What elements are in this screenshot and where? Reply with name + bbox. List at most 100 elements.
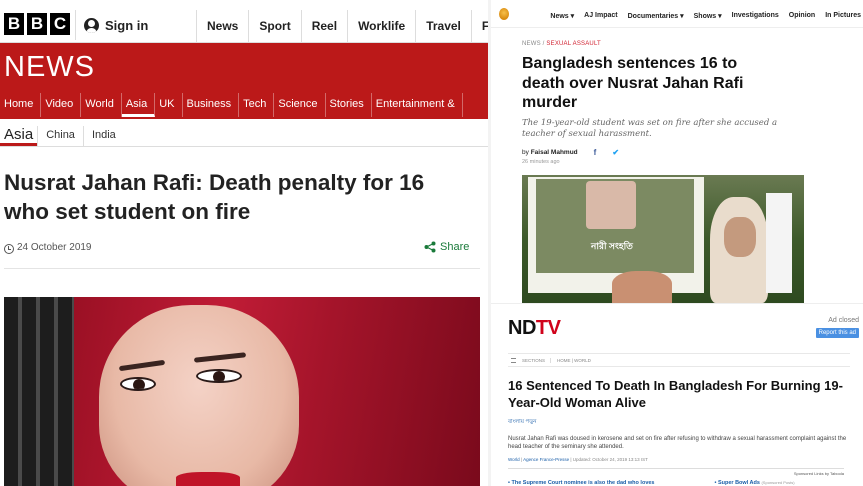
aj-standfirst: The 19-year-old student was set on fire … bbox=[522, 118, 778, 139]
ndtv-summary: Nusrat Jahan Rafi was doused in kerosene… bbox=[508, 436, 847, 450]
bbc-logo-letter: B bbox=[27, 13, 47, 35]
ndtv-logo-tv: TV bbox=[535, 317, 561, 339]
aj-byline-text: by Faisal Mahmud bbox=[522, 149, 578, 156]
breadcrumb[interactable]: HOME | WORLD bbox=[557, 358, 591, 363]
ndtv-logo-nd: ND bbox=[508, 317, 536, 339]
top-nav-news[interactable]: News bbox=[196, 10, 248, 43]
share-icon bbox=[424, 241, 436, 253]
aj-nav-aj-impact[interactable]: AJ Impact bbox=[584, 12, 617, 20]
aj-nav-bar: News ▾ AJ Impact Documentaries ▾ Shows ▾… bbox=[491, 0, 863, 28]
article-photo bbox=[4, 297, 480, 486]
news-wordmark[interactable]: NEWS bbox=[4, 51, 95, 84]
facebook-icon[interactable]: f bbox=[594, 148, 597, 157]
protest-sign-text: নারী সংহতি bbox=[591, 241, 633, 251]
ndtv-logo[interactable]: NDTV bbox=[508, 317, 561, 340]
aj-timestamp: 26 minutes ago bbox=[522, 159, 560, 165]
sponsored-label: Sponsored Links by Taboola bbox=[793, 471, 844, 476]
sponsored-link[interactable]: • Super Bowl Ads (Sponsored Posts) bbox=[715, 480, 795, 486]
divider bbox=[4, 268, 480, 269]
dateline-source[interactable]: Agence France-Presse bbox=[523, 457, 569, 462]
bbc-news-banner: NEWS Home Video World Asia UK Business T… bbox=[0, 43, 488, 119]
top-nav-travel[interactable]: Travel bbox=[415, 10, 471, 43]
photo-face bbox=[99, 305, 299, 486]
menu-icon[interactable] bbox=[511, 357, 516, 363]
sponsored-link-text: Super Bowl Ads bbox=[717, 480, 760, 486]
ndtv-headline: 16 Sentenced To Death In Bangladesh For … bbox=[508, 378, 843, 410]
screenshot-collage: B B C Sign in News Sport Reel Worklife T… bbox=[0, 0, 863, 486]
bbc-logo-letter: B bbox=[4, 13, 24, 35]
sub-nav-asia[interactable]: Asia bbox=[0, 126, 38, 146]
top-nav-future[interactable]: Future bbox=[470, 10, 488, 43]
twitter-icon[interactable]: ✔ bbox=[612, 148, 619, 157]
section-nav-business[interactable]: Business bbox=[183, 93, 240, 117]
bbc-news-page: B B C Sign in News Sport Reel Worklife T… bbox=[0, 0, 488, 486]
clock-icon bbox=[4, 244, 14, 254]
top-nav-sport[interactable]: Sport bbox=[248, 10, 300, 43]
aj-nav-news[interactable]: News ▾ bbox=[550, 12, 574, 20]
aljazeera-page: News ▾ AJ Impact Documentaries ▾ Shows ▾… bbox=[491, 0, 863, 303]
aj-nav-investigations[interactable]: Investigations bbox=[732, 12, 779, 20]
photo-lips bbox=[176, 472, 240, 486]
bbc-top-nav: News Sport Reel Worklife Travel Future M bbox=[196, 10, 488, 43]
sub-nav-india[interactable]: India bbox=[82, 126, 124, 146]
ndtv-dateline: World | Agence France-Presse | Updated: … bbox=[508, 457, 648, 462]
aj-author[interactable]: Faisal Mahmud bbox=[531, 149, 578, 156]
top-nav-reel[interactable]: Reel bbox=[300, 10, 347, 43]
article-headline: Nusrat Jahan Rafi: Death penalty for 16 … bbox=[4, 170, 425, 224]
aljazeera-logo-icon[interactable] bbox=[499, 8, 509, 20]
photo-protester-face bbox=[724, 217, 756, 257]
aj-kicker: NEWS / SEXUAL ASSAULT bbox=[522, 41, 601, 47]
sponsored-link-text: The Supreme Court nominee is also the da… bbox=[511, 480, 655, 486]
aj-kicker-topic[interactable]: SEXUAL ASSAULT bbox=[546, 41, 601, 47]
article-meta: 24 October 2019 Share bbox=[4, 241, 474, 261]
sponsored-link-source: (Sponsored Posts) bbox=[761, 480, 795, 485]
section-nav-uk[interactable]: UK bbox=[155, 93, 183, 117]
user-icon bbox=[84, 17, 99, 33]
sections-button[interactable]: SECTIONS bbox=[522, 357, 552, 363]
section-nav-home[interactable]: Home bbox=[0, 93, 42, 117]
bbc-logo[interactable]: B B C bbox=[4, 13, 70, 35]
photo-background-bars bbox=[4, 297, 80, 486]
section-nav-stories[interactable]: Stories bbox=[326, 93, 372, 117]
ndtv-section-bar: SECTIONS HOME | WORLD bbox=[508, 353, 850, 367]
bangla-link[interactable]: বাংলায় পড়ুন bbox=[508, 419, 536, 427]
report-ad-button[interactable]: Report this ad bbox=[815, 328, 859, 338]
sign-in-button[interactable]: Sign in bbox=[75, 10, 148, 40]
aj-nav-opinion[interactable]: Opinion bbox=[789, 12, 815, 20]
aj-nav-documentaries[interactable]: Documentaries ▾ bbox=[628, 12, 684, 20]
section-nav-entertainment[interactable]: Entertainment & bbox=[372, 93, 463, 117]
bbc-logo-letter: C bbox=[50, 13, 70, 35]
sponsored-link-list: • The Supreme Court nominee is also the … bbox=[508, 480, 795, 486]
photo-hand bbox=[612, 271, 672, 303]
share-label: Share bbox=[440, 241, 470, 253]
sub-nav: Asia China India bbox=[0, 119, 488, 147]
section-nav-asia[interactable]: Asia bbox=[121, 93, 156, 117]
ndtv-page: NDTV Ad closed Report this ad SECTIONS H… bbox=[491, 303, 863, 486]
section-nav-tech[interactable]: Tech bbox=[239, 93, 275, 117]
section-nav: Home Video World Asia UK Business Tech S… bbox=[0, 93, 463, 117]
top-nav-worklife[interactable]: Worklife bbox=[347, 10, 415, 43]
article-date: 24 October 2019 bbox=[17, 242, 92, 253]
sponsored-link[interactable]: • The Supreme Court nominee is also the … bbox=[508, 480, 655, 486]
photo-eye bbox=[120, 377, 156, 391]
aj-byline-prefix: by bbox=[522, 149, 529, 156]
aj-nav-in-pictures[interactable]: In Pictures bbox=[825, 12, 861, 20]
aj-nav-shows[interactable]: Shows ▾ bbox=[694, 12, 722, 20]
share-button[interactable]: Share bbox=[424, 241, 469, 253]
sign-in-label: Sign in bbox=[105, 17, 149, 33]
aj-headline: Bangladesh sentences 16 to death over Nu… bbox=[522, 55, 744, 111]
section-nav-world[interactable]: World bbox=[81, 93, 122, 117]
dateline-updated: Updated: October 24, 2019 13:13 IST bbox=[572, 457, 648, 462]
section-nav-video[interactable]: Video bbox=[41, 93, 82, 117]
sub-nav-china[interactable]: China bbox=[37, 126, 83, 146]
dateline-section[interactable]: World bbox=[508, 457, 520, 462]
protest-sign-portrait bbox=[586, 181, 636, 229]
aj-article-photo: নারী সংহতি bbox=[522, 175, 804, 303]
ad-closed-label: Ad closed bbox=[828, 317, 859, 324]
aj-kicker-section[interactable]: NEWS bbox=[522, 41, 541, 47]
sponsored-links: Sponsored Links by Taboola • The Supreme… bbox=[508, 468, 844, 486]
section-nav-science[interactable]: Science bbox=[274, 93, 326, 117]
protest-paper bbox=[766, 193, 792, 293]
bbc-top-bar: B B C Sign in News Sport Reel Worklife T… bbox=[0, 0, 488, 43]
photo-eye bbox=[196, 369, 242, 383]
